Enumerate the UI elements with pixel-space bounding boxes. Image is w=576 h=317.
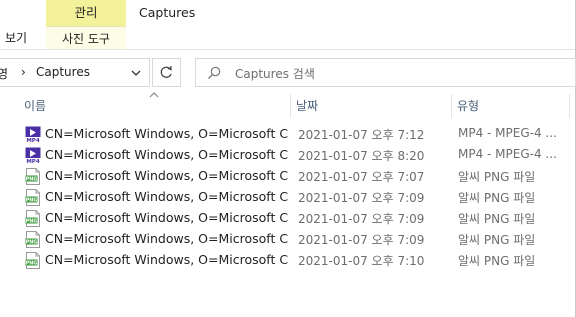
file-date: 2021-01-07 오후 7:09: [298, 191, 425, 205]
file-type: 알씨 PNG 파일: [458, 233, 536, 247]
svg-text:PNG: PNG: [26, 219, 38, 225]
file-row[interactable]: PNG CN=Microsoft Windows, O=Microsoft Co…: [22, 250, 572, 271]
ribbon-title-bar: 관리 Captures: [0, 0, 575, 26]
file-date: 2021-01-07 오후 7:09: [298, 233, 425, 247]
svg-text:PNG: PNG: [26, 177, 38, 183]
tab-view[interactable]: 보기: [5, 26, 27, 50]
file-row[interactable]: PNG CN=Microsoft Windows, O=Microsoft Co…: [22, 187, 572, 208]
file-name[interactable]: CN=Microsoft Windows, O=Microsoft Cor...: [45, 252, 288, 267]
breadcrumb-current[interactable]: Captures: [36, 65, 90, 79]
svg-text:PNG: PNG: [26, 240, 38, 246]
file-date: 2021-01-07 오후 7:12: [298, 128, 425, 142]
column-header-type[interactable]: 유형: [457, 96, 479, 116]
file-row[interactable]: MP4 CN=Microsoft Windows, O=Microsoft Co…: [22, 124, 572, 145]
file-row[interactable]: MP4 CN=Microsoft Windows, O=Microsoft Co…: [22, 145, 572, 166]
png-image-icon: PNG: [25, 168, 41, 185]
file-name[interactable]: CN=Microsoft Windows, O=Microsoft Cor...: [45, 189, 288, 204]
refresh-icon: [160, 65, 172, 78]
svg-text:MP4: MP4: [26, 138, 40, 143]
svg-text:PNG: PNG: [26, 198, 38, 204]
png-image-icon: PNG: [25, 189, 41, 206]
search-icon: [208, 66, 221, 79]
file-name[interactable]: CN=Microsoft Windows, O=Microsoft Cor...: [45, 147, 288, 162]
file-row[interactable]: PNG CN=Microsoft Windows, O=Microsoft Co…: [22, 208, 572, 229]
file-date: 2021-01-07 오후 7:09: [298, 212, 425, 226]
file-date: 2021-01-07 오후 8:20: [298, 149, 425, 163]
window-title: Captures: [139, 5, 196, 20]
chevron-down-icon[interactable]: [127, 63, 145, 83]
search-input[interactable]: Captures 검색: [235, 65, 315, 82]
svg-text:PNG: PNG: [26, 261, 38, 267]
file-date: 2021-01-07 오후 7:10: [298, 254, 425, 268]
column-header-name[interactable]: 이름: [24, 96, 46, 116]
png-image-icon: PNG: [25, 210, 41, 227]
png-image-icon: PNG: [25, 231, 41, 248]
file-date: 2021-01-07 오후 7:07: [298, 170, 425, 184]
file-name[interactable]: CN=Microsoft Windows, O=Microsoft Cor...: [45, 231, 288, 246]
file-type: 알씨 PNG 파일: [458, 191, 536, 205]
search-box[interactable]: Captures 검색: [195, 58, 576, 87]
svg-text:MP4: MP4: [26, 159, 40, 164]
column-divider[interactable]: [290, 94, 291, 118]
ribbon-tabs: 보기 사진 도구: [0, 26, 575, 50]
contextual-tab-group-manage[interactable]: 관리: [46, 0, 126, 26]
tab-picture-tools[interactable]: 사진 도구: [46, 26, 126, 50]
column-divider[interactable]: [451, 94, 452, 118]
file-type: MP4 - MPEG-4 ...: [458, 126, 557, 140]
breadcrumb-previous[interactable]: 영: [0, 65, 8, 82]
file-type: MP4 - MPEG-4 ...: [458, 147, 557, 161]
column-header-date[interactable]: 날짜: [296, 96, 318, 116]
mp4-video-icon: MP4: [25, 126, 41, 144]
file-row[interactable]: PNG CN=Microsoft Windows, O=Microsoft Co…: [22, 166, 572, 187]
column-divider[interactable]: [569, 94, 570, 118]
mp4-video-icon: MP4: [25, 147, 41, 165]
file-name[interactable]: CN=Microsoft Windows, O=Microsoft Cor...: [45, 210, 288, 225]
file-type: 알씨 PNG 파일: [458, 170, 536, 184]
file-type: 알씨 PNG 파일: [458, 212, 536, 226]
png-image-icon: PNG: [25, 252, 41, 269]
file-name[interactable]: CN=Microsoft Windows, O=Microsoft Cor...: [45, 168, 288, 183]
file-row[interactable]: PNG CN=Microsoft Windows, O=Microsoft Co…: [22, 229, 572, 250]
sort-ascending-icon: [149, 92, 159, 98]
breadcrumb-separator-icon[interactable]: ›: [21, 65, 26, 79]
refresh-button[interactable]: [152, 58, 181, 87]
address-bar[interactable]: 영 › Captures: [0, 58, 150, 87]
file-name[interactable]: CN=Microsoft Windows, O=Microsoft Cor...: [45, 126, 288, 141]
file-type: 알씨 PNG 파일: [458, 254, 536, 268]
ribbon-divider: [0, 49, 575, 50]
